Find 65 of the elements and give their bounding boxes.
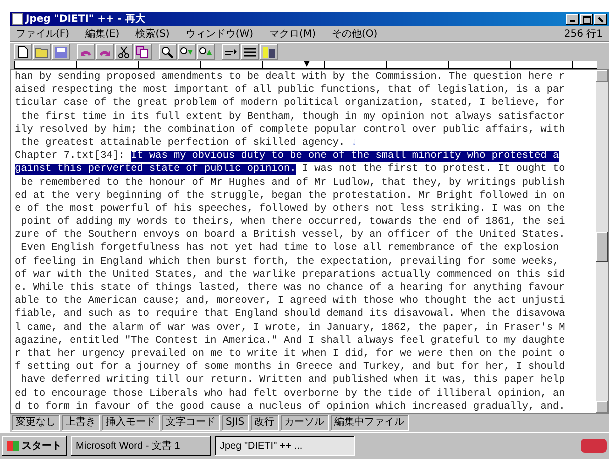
text-line: ed to encourage those Liberals who had felt overborne by the tide of illiberal opinion, an [15, 388, 566, 400]
menu-item[interactable]: マクロ(M) [270, 26, 316, 40]
text-line: have deferred writing till our return. Written and published when it was, this paper help [20, 375, 566, 386]
text-line: Even English forgetfulness has not yet had time to lose all remembrance of the explosion [20, 243, 560, 254]
start-button[interactable]: スタート [2, 436, 67, 456]
text-line: ed at the very beginning of the struggle, began the protestation. Mr Bright followed in on [15, 190, 566, 202]
status-field: SJIS [222, 415, 249, 431]
text-line: I was not the first to protest. It ought to [301, 164, 566, 176]
find-next-icon[interactable] [178, 44, 196, 60]
open-folder-icon[interactable] [33, 44, 51, 60]
close-button[interactable] [594, 14, 607, 24]
menu-item[interactable]: その他(O) [332, 26, 378, 40]
text-line: able to the American cause; and, moreover, I agreed with those who thought the act unjusti [15, 296, 566, 308]
text-line: r that her urgency prevailed on me to write it when I did, for we were then on the point o [15, 348, 566, 360]
text-line: zure of the Southern envoys on board a British vessel, by an officer of the United States. [15, 230, 566, 242]
cut-icon[interactable] [115, 44, 133, 60]
tray-icon[interactable] [581, 439, 607, 453]
status-field: 挿入モード [102, 415, 160, 431]
taskbar-button[interactable]: Jpeg "DIETI" ++ ... [215, 436, 355, 456]
document-icon [12, 13, 23, 25]
search-icon[interactable] [159, 44, 177, 60]
status-field: 改行 [250, 415, 279, 431]
status-field: 編集中ファイル [330, 415, 409, 431]
menu-item[interactable]: ウィンドウ(W) [186, 26, 254, 40]
text-line: e. While this state of things lasted, there was no chance of a hearing for anything favour [15, 283, 566, 294]
maximize-button[interactable] [580, 14, 593, 24]
new-file-icon[interactable] [14, 44, 32, 60]
windows-logo-icon [7, 441, 19, 451]
text-line: aised respecting the most important of all public functions, that of legislation, is a par [15, 85, 566, 96]
text-line: the first time in its full extent by Bentham, though in my opinion not always satisfactor [20, 112, 566, 123]
text-line: the greatest attainable perfection of skilled agency. [20, 138, 346, 149]
text-line: l came, and the alarm of war was over, I wrote, in January, 1862, the paper, in Fraser's M [15, 322, 566, 334]
undo-icon[interactable] [77, 44, 95, 60]
text-line: f setting out for a journey of some months in Greece and Turkey, and but for her, I should [15, 362, 566, 374]
text-line: e of the most powerful of his speeches, followed by others not less striking. I was on the [15, 204, 566, 215]
status-field: 変更なし [12, 415, 60, 431]
text-line: ticular case of the great problem of modern political organization, stated, I believe, for [15, 98, 566, 110]
selected-text: gainst this perverted state of public opinion. [15, 164, 296, 176]
cursor-position: 256 行1 [564, 28, 603, 40]
window-title: Jpeg "DIETI" ++ - 再大 [26, 12, 146, 26]
status-field: 上書き [62, 415, 100, 431]
text-line: of feeling in England which then burst forth, the expectation, prevailing for some weeks, [15, 256, 560, 268]
taskbar-button[interactable]: Microsoft Word - 文書 1 [71, 436, 211, 456]
redo-icon[interactable] [96, 44, 114, 60]
text-line: agazine, entitled "The Contest in America." And I shall always feel grateful to my daughte [15, 336, 566, 347]
menu-item[interactable]: ファイル(F) [16, 26, 70, 40]
menu-item[interactable]: 編集(E) [86, 26, 120, 40]
text-line: fiable, and such as to require that England should demand its disavowal. When the disavowa [15, 309, 566, 320]
text-line: ily resolved by him; the combination of complete popular control over public affairs, with [15, 124, 566, 136]
minimize-button[interactable] [566, 14, 579, 24]
list-icon[interactable] [241, 44, 259, 60]
find-previous-icon[interactable] [197, 44, 215, 60]
text-line: be remembered to the honour of Mr Hughes and of Mr Ludlow, that they, by writings publish [20, 178, 566, 188]
text-line: han by sending proposed amendments to be dealt with by the Commission. The question here r [15, 72, 566, 83]
status-field: カーソル [280, 415, 329, 431]
newline-mark: ↓ [351, 138, 358, 149]
vertical-scrollbar[interactable] [596, 70, 608, 413]
text-line: d to form in favour of the good cause a nucleus of opinion which increased gradually, and. [15, 402, 566, 413]
text-line: of war with the United States, and the warlike preparations actually commenced on this sid [15, 270, 566, 281]
menu-item[interactable]: 検索(S) [136, 26, 170, 40]
text-line: point of adding my words to theirs, when there occurred, towards the end of 1861, the sei [20, 217, 566, 228]
save-icon[interactable] [52, 44, 70, 60]
text-line: Chapter 7.txt[34]: [15, 151, 126, 162]
copy-icon[interactable] [134, 44, 152, 60]
status-field: 文字コード [162, 415, 220, 431]
